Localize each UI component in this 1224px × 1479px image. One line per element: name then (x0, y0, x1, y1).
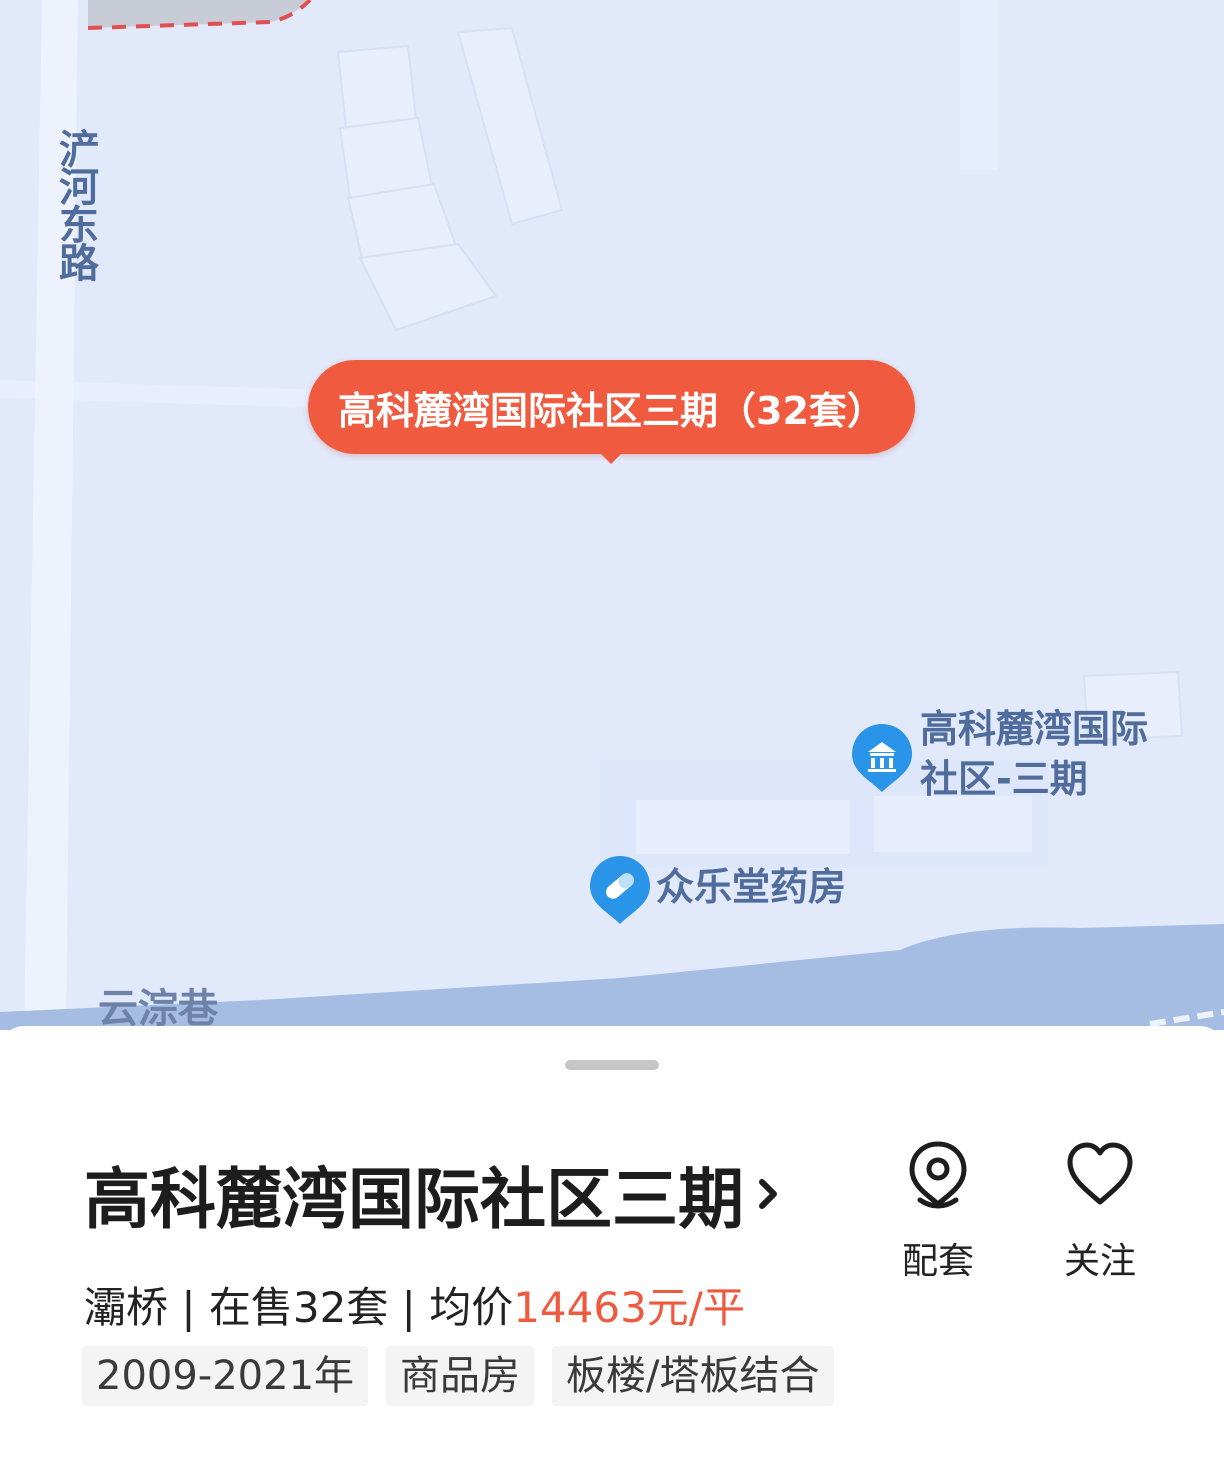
tag-list: 2009-2021年 商品房 板楼/塔板结合 (82, 1346, 852, 1406)
chevron-right-icon (759, 1179, 777, 1209)
tag-years: 2009-2021年 (82, 1346, 369, 1406)
separator-2: | (388, 1283, 430, 1332)
amenities-label: 配套 (901, 1241, 974, 1282)
follow-button[interactable]: 关注 (1040, 1138, 1160, 1284)
community-title: 高科麓湾国际社区三期 (84, 1161, 744, 1238)
heart-icon (1067, 1142, 1133, 1205)
road-label-bottom: 云淙巷 (98, 986, 218, 1030)
summary-line: 灞桥 | 在售32套 | 均价14463元/平 (84, 1274, 745, 1335)
follow-label: 关注 (1063, 1241, 1136, 1282)
detail-sheet: 高科麓湾国际社区三期 灞桥 | 在售32套 | 均价14463元/平 2009-… (0, 1026, 1224, 1479)
restricted-area (88, 0, 310, 28)
poi-community-line1: 高科麓湾国际 (920, 707, 1149, 751)
marker-tail (599, 452, 623, 464)
separator-1: | (168, 1283, 209, 1332)
on-sale-text: 在售32套 (208, 1283, 389, 1332)
amenities-button[interactable]: 配套 (878, 1138, 998, 1284)
poi-community-line2: 社区-三期 (920, 757, 1088, 801)
block-inner-2 (874, 796, 1032, 852)
side-road (960, 0, 998, 170)
community-marker-bubble[interactable]: 高科麓湾国际社区三期（32套） (308, 360, 915, 454)
poi-community-label[interactable]: 高科麓湾国际 社区-三期 (920, 704, 1148, 804)
avg-prefix: 均价 (429, 1283, 514, 1332)
title-link[interactable]: 高科麓湾国际社区三期 (84, 1146, 782, 1242)
avg-price: 14463元/平 (513, 1283, 745, 1332)
community-marker-label: 高科麓湾国际社区三期（32套） (338, 388, 885, 433)
block-inner-1 (636, 800, 850, 854)
building-icon[interactable] (850, 722, 914, 794)
pill-icon[interactable] (588, 854, 652, 926)
district-text: 灞桥 (84, 1283, 169, 1332)
tag-type: 商品房 (386, 1346, 535, 1406)
poi-pharmacy-label[interactable]: 众乐堂药房 (656, 862, 846, 912)
location-pin-icon (909, 1141, 967, 1209)
tag-building: 板楼/塔板结合 (552, 1346, 834, 1406)
sheet-drag-handle[interactable] (565, 1060, 659, 1070)
road-label-vertical: 浐河东路 (52, 128, 98, 280)
map-view[interactable]: 浐河东路 云淙巷 高科麓湾国际社区三期（32套） 高科麓湾国际 社区-三期 众乐… (0, 0, 1224, 1030)
